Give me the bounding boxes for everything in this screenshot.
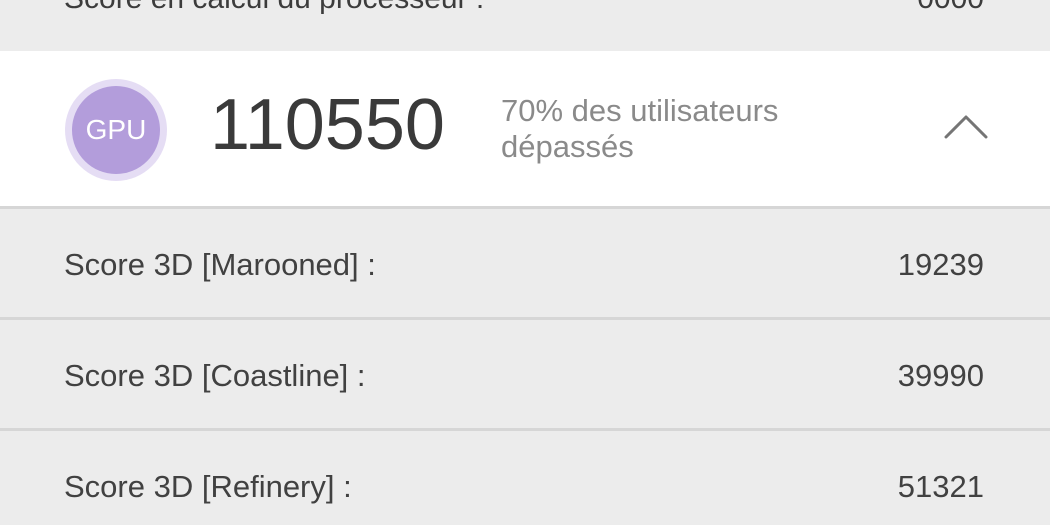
gpu-score-card[interactable]: GPU 110550 70% des utilisateurs dépassés (0, 51, 1050, 209)
gpu-percentile-line2: dépassés (501, 129, 634, 164)
gpu-badge: GPU (72, 86, 160, 174)
detail-value-refinery: 51321 (897, 469, 984, 504)
detail-row-refinery: Score 3D [Refinery] : 51321 (0, 431, 1050, 525)
detail-row-coastline: Score 3D [Coastline] : 39990 (0, 320, 1050, 431)
gpu-percentile-text: 70% des utilisateurs dépassés (501, 93, 841, 165)
previous-score-label: Score en calcul du processeur : (64, 0, 484, 16)
detail-label-coastline: Score 3D [Coastline] : (64, 358, 366, 393)
previous-score-value: 0000 (917, 0, 984, 16)
detail-label-marooned: Score 3D [Marooned] : (64, 247, 376, 282)
gpu-percentile-line1: 70% des utilisateurs (501, 93, 779, 128)
detail-value-coastline: 39990 (897, 358, 984, 393)
previous-score-row: Score en calcul du processeur : 0000 (0, 0, 1050, 51)
chevron-up-icon[interactable] (940, 109, 992, 143)
detail-row-marooned: Score 3D [Marooned] : 19239 (0, 209, 1050, 320)
gpu-badge-ring: GPU (65, 79, 167, 181)
detail-value-marooned: 19239 (897, 247, 984, 282)
gpu-total-score: 110550 (210, 85, 445, 165)
detail-label-refinery: Score 3D [Refinery] : (64, 469, 352, 504)
